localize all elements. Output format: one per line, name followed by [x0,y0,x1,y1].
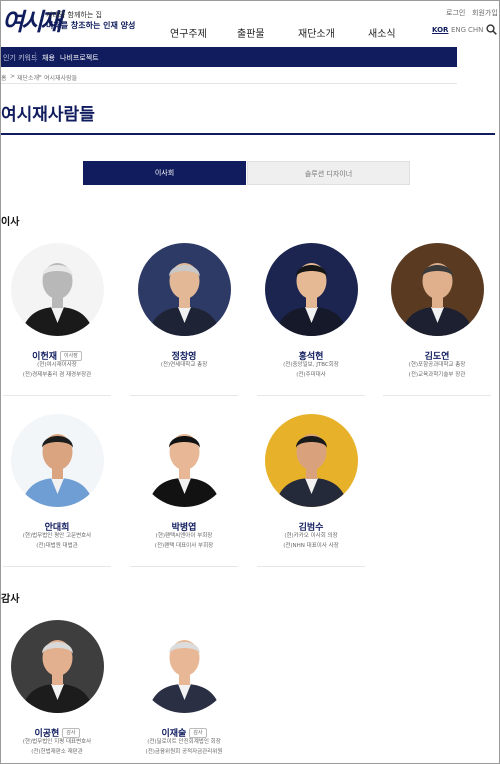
profile-career-line: (전)딜로이트 안진회계법인 회장 [147,739,221,745]
profile-card[interactable]: 박병엽 (현)팬택씨앤아이 부회장 (전)팬택 대표이사 부회장 [128,414,240,574]
profile-photo[interactable] [11,243,104,336]
keyword-divider [35,52,36,62]
card-divider [130,566,238,567]
profile-career-line: (전)금융위원회 공적자금관리위원 [145,749,223,755]
profile-career-line: (현)카카오 이사회 의장 [284,533,338,539]
logo-tagline: 미래를 창조하는 인재 양성 [46,21,136,30]
breadcrumb-about[interactable]: 재단소개 [17,73,39,82]
profile-photo[interactable] [265,243,358,336]
profile-career-line: (현)법무법인 지평 대표변호사 [22,739,92,745]
title-divider [1,133,495,135]
card-divider [257,566,365,567]
tab-board[interactable]: 이사회 [83,161,246,185]
keyword-label: 인기 키워드 [3,54,38,62]
profile-career-line: (전)주미대사 [296,372,326,378]
lang-eng[interactable]: ENG [451,26,466,34]
profile-card[interactable]: 김도연 (현)포항공과대학교 총장 (전)교육과학기술부 장관 [381,243,493,403]
breadcrumb-sep: > [37,73,43,80]
portrait-image [265,414,358,507]
portrait-image [265,243,358,336]
profile-career-line: (현)팬택씨앤아이 부회장 [155,533,213,539]
card-divider [257,395,365,396]
keyword-recruit[interactable]: 채용 [42,53,55,63]
login-link[interactable]: 로그인 [446,8,465,18]
profile-photo[interactable] [138,414,231,507]
profile-card[interactable]: 홍석현 (전)중앙일보, JTBC회장 (전)주미대사 [255,243,367,403]
keyword-nabi-project[interactable]: 나비프로젝트 [60,53,99,63]
profile-photo[interactable] [265,414,358,507]
nav-publications[interactable]: 출판물 [237,25,265,40]
breadcrumb-divider [1,83,457,84]
profile-career-line: (전)NHN 대표이사 사장 [283,543,339,549]
nav-about[interactable]: 재단소개 [298,25,335,40]
profile-card[interactable]: 이재술 감사 (전)딜로이트 안진회계법인 회장 (전)금융위원회 공적자금관리위원 [128,620,240,763]
profile-career-line: (현)포항공과대학교 총장 [408,362,466,368]
profile-card[interactable]: 안대희 (현)법무법인 평안 고문변호사 (전)대법원 대법관 [1,414,113,574]
breadcrumb-home[interactable]: 홈 [1,73,7,82]
portrait-image [11,243,104,336]
profile-card[interactable]: 이헌재 이사장 (현)여시재이사장 (전)경제부총리 겸 재경부장관 [1,243,113,403]
portrait-image [11,620,104,713]
card-divider [3,395,111,396]
site-logo[interactable]: 여시재 시대와 함께하는 집 미래를 창조하는 인재 양성 [2,7,152,39]
tab-solution-designer[interactable]: 솔루션 디자이너 [247,161,410,185]
keyword-bar: 인기 키워드 채용 나비프로젝트 [1,47,457,67]
profile-photo[interactable] [138,620,231,713]
profile-career-line: (전)연세대학교 총장 [160,362,208,368]
profile-card[interactable]: 이공현 감사 (현)법무법인 지평 대표변호사 (전)헌법재판소 재판관 [1,620,113,763]
nav-news[interactable]: 새소식 [368,25,396,40]
site-header: 여시재 시대와 함께하는 집 미래를 창조하는 인재 양성 연구주제 출판물 재… [1,1,499,45]
profile-career-line: (전)중앙일보, JTBC회장 [283,362,339,368]
section-directors: 이사 [1,217,20,228]
page-title: 여시재사람들 [1,105,95,125]
profile-photo[interactable] [138,243,231,336]
profile-career-line: (전)대법원 대법관 [36,543,78,549]
nav-research[interactable]: 연구주제 [170,25,207,40]
profile-career-line: (전)팬택 대표이사 부회장 [154,543,214,549]
portrait-image [391,243,484,336]
profile-photo[interactable] [11,620,104,713]
card-divider [3,566,111,567]
portrait-image [138,414,231,507]
portrait-image [138,620,231,713]
profile-career-line: (현)법무법인 평안 고문변호사 [22,533,92,539]
card-divider [383,395,491,396]
section-auditors: 감사 [1,594,20,605]
profile-photo[interactable] [11,414,104,507]
signup-link[interactable]: 회원가입 [472,8,498,18]
lang-chn[interactable]: CHN [468,26,483,34]
profile-career-line: (현)여시재이사장 [37,362,77,368]
breadcrumb-people[interactable]: 여시재사람들 [44,73,77,82]
profile-career-line: (전)헌법재판소 재판관 [31,749,83,755]
profile-career-line: (전)교육과학기술부 장관 [408,372,466,378]
profile-photo[interactable] [391,243,484,336]
profile-career-line: (전)경제부총리 겸 재경부장관 [22,372,92,378]
search-icon[interactable] [486,24,497,35]
page-frame: 여시재 시대와 함께하는 집 미래를 창조하는 인재 양성 연구주제 출판물 재… [0,0,500,764]
logo-subtitle: 시대와 함께하는 집 [46,11,102,19]
lang-kor[interactable]: KOR [432,26,448,34]
portrait-image [11,414,104,507]
profile-card[interactable]: 정창영 (전)연세대학교 총장 [128,243,240,403]
portrait-image [138,243,231,336]
breadcrumb-sep: > [10,73,16,80]
profile-card[interactable]: 김범수 (현)카카오 이사회 의장 (전)NHN 대표이사 사장 [255,414,367,574]
card-divider [130,395,238,396]
